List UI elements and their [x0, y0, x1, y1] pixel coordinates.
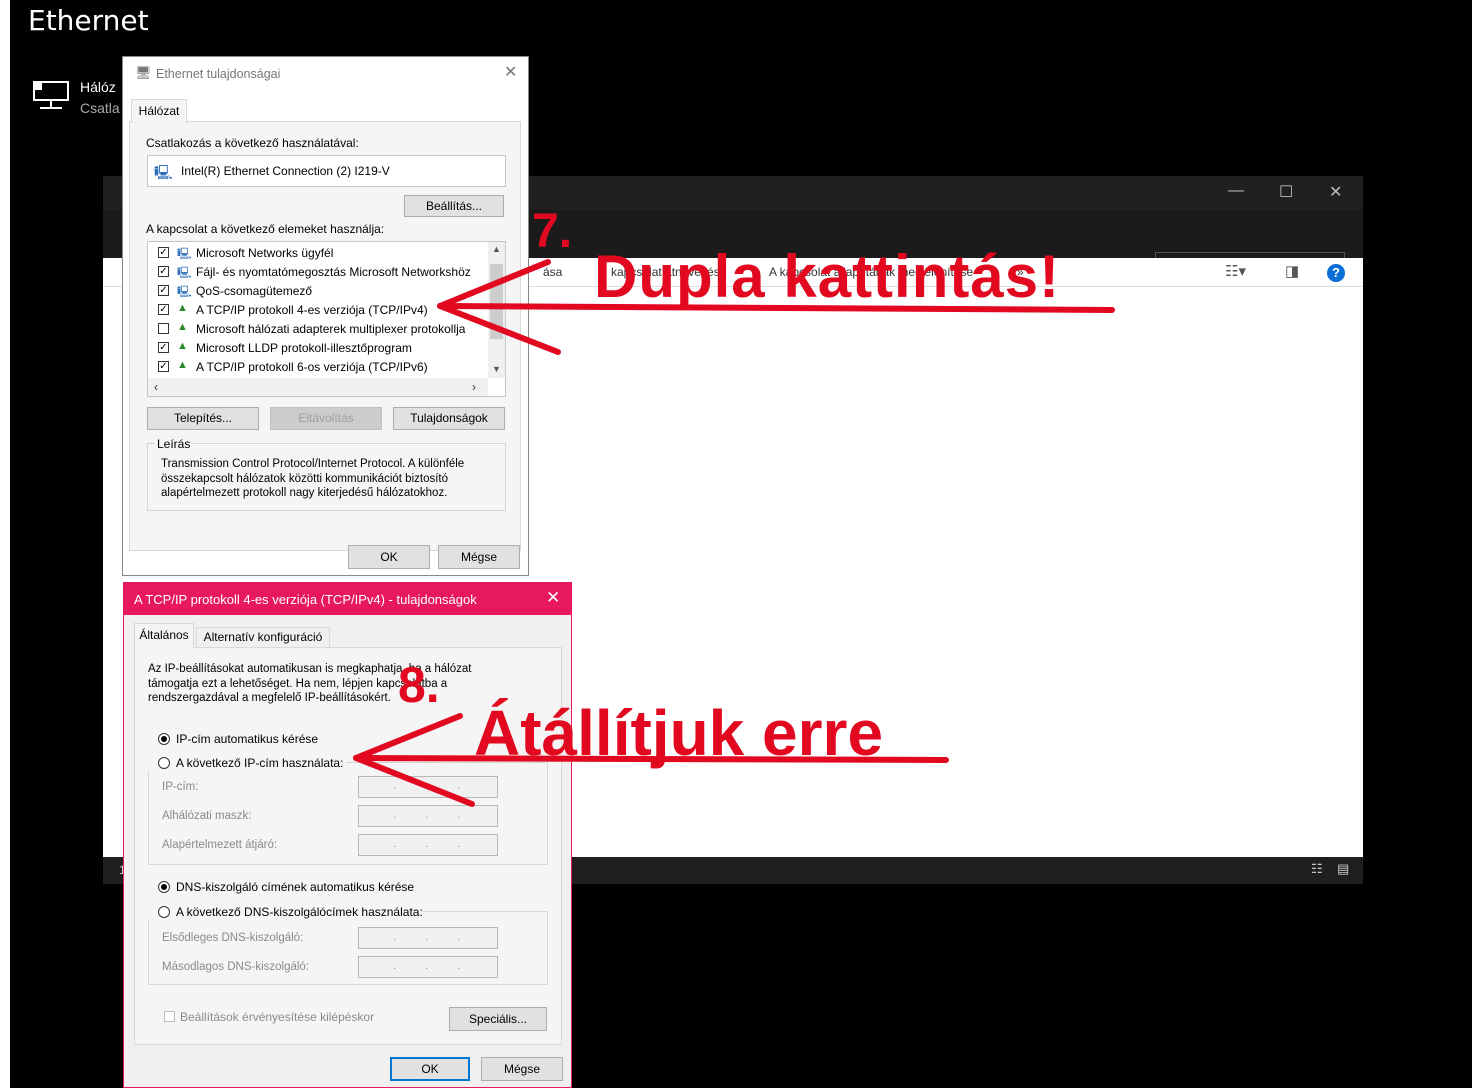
arrow-to-manual-ip	[353, 713, 949, 807]
arrow-to-ipv4-item	[437, 259, 1115, 355]
annotation-arrows	[353, 259, 1115, 807]
